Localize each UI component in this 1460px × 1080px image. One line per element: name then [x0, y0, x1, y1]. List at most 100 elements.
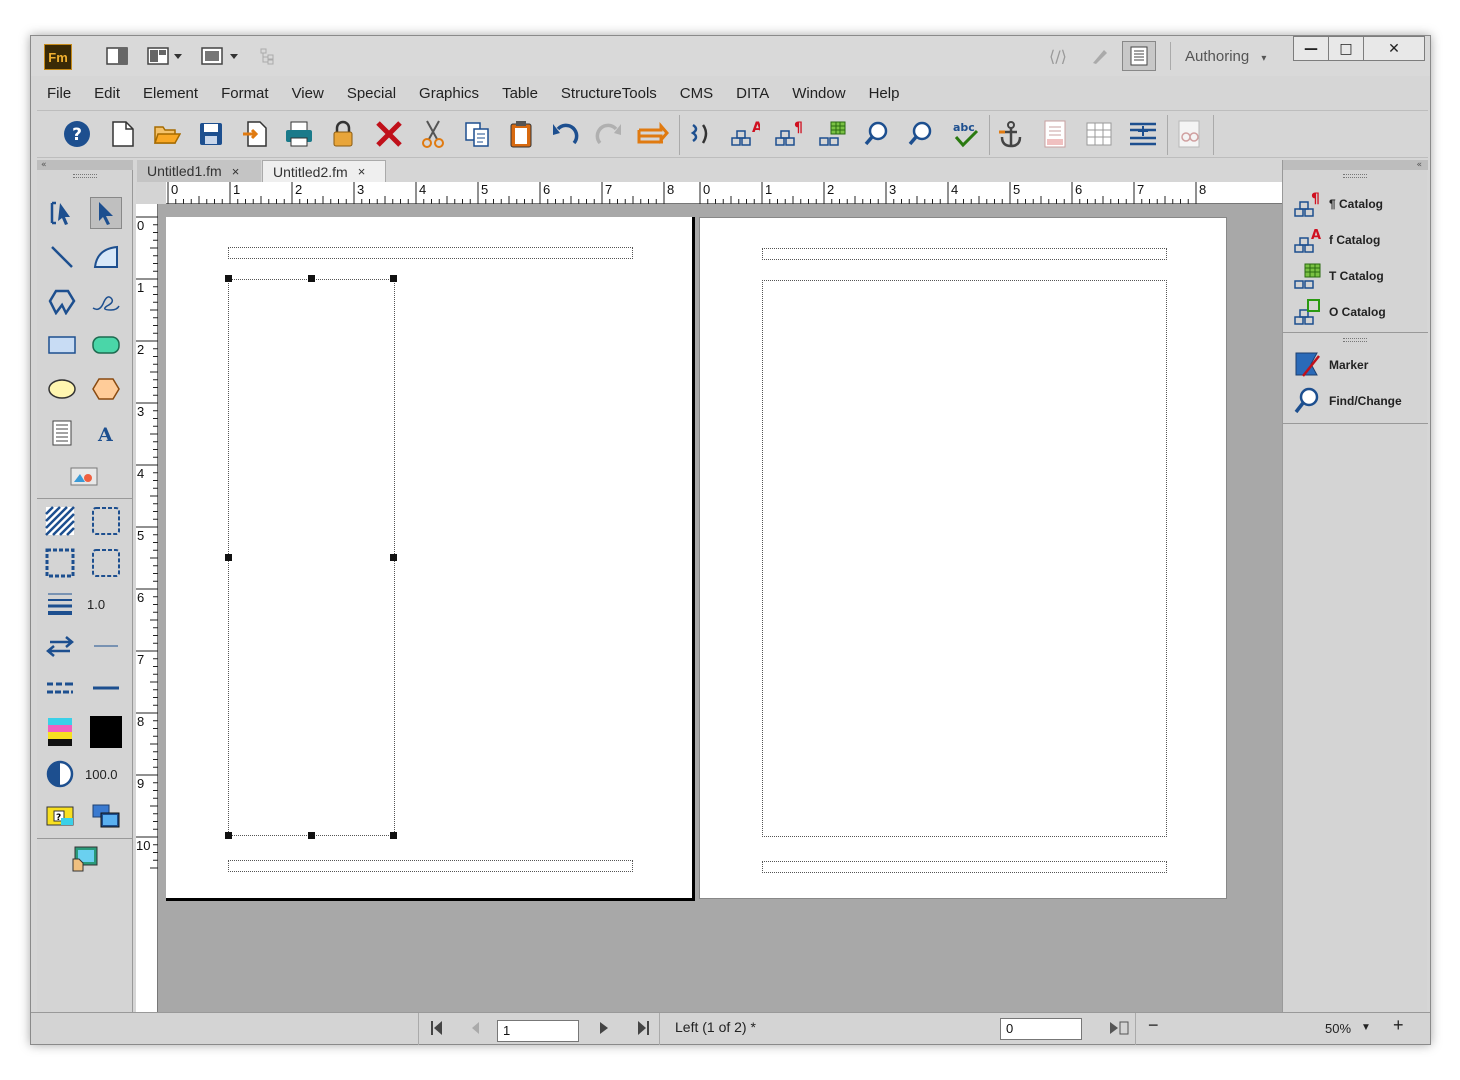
selection-handle[interactable]: [225, 832, 232, 839]
menu-graphics[interactable]: Graphics: [419, 85, 479, 102]
save-icon[interactable]: [195, 118, 227, 150]
text-frame-tool-icon[interactable]: [46, 417, 78, 449]
line-end-style-icon[interactable]: [90, 630, 122, 662]
color-icon[interactable]: [44, 716, 76, 748]
document-area[interactable]: 0 1 2 3 4 5 6 7 8 0 1 2 3 4 5 6 7 8 0 1 …: [136, 182, 1282, 1012]
minimize-button[interactable]: —: [1293, 36, 1329, 61]
page-left[interactable]: [166, 217, 695, 901]
help-icon[interactable]: ?: [61, 118, 93, 150]
fill-none-icon[interactable]: [44, 547, 76, 579]
body-text-frame[interactable]: [762, 280, 1167, 837]
object-select-icon[interactable]: [90, 197, 122, 229]
tab-close-icon[interactable]: ×: [358, 164, 366, 179]
line-width-icon[interactable]: [44, 588, 76, 620]
fill-pattern-icon[interactable]: [44, 505, 76, 537]
next-page-icon[interactable]: [598, 1019, 610, 1040]
selection-handle[interactable]: [390, 554, 397, 561]
selection-handle[interactable]: [225, 275, 232, 282]
selection-handle[interactable]: [390, 832, 397, 839]
selected-text-frame[interactable]: [228, 279, 395, 836]
menu-structuretools[interactable]: StructureTools: [561, 85, 657, 102]
open-folder-icon[interactable]: [151, 118, 183, 150]
menu-edit[interactable]: Edit: [94, 85, 120, 102]
insert-rows-icon[interactable]: [1127, 118, 1159, 150]
arrange-documents-icon[interactable]: [147, 46, 183, 66]
paragraph-catalog-toolbar-icon[interactable]: ¶: [773, 118, 805, 150]
find-next-icon[interactable]: [905, 118, 937, 150]
delete-icon[interactable]: [373, 118, 405, 150]
redo-icon[interactable]: [593, 118, 625, 150]
footer-text-frame[interactable]: [762, 861, 1167, 873]
character-catalog-button[interactable]: A f Catalog: [1293, 224, 1380, 256]
screen-mode-icon[interactable]: [201, 46, 241, 66]
new-document-icon[interactable]: [107, 118, 139, 150]
close-button[interactable]: ✕: [1363, 36, 1425, 61]
panel-collapse-icon[interactable]: «: [1283, 160, 1428, 170]
insert-table-icon[interactable]: [1083, 118, 1115, 150]
panel-collapse-icon[interactable]: «: [37, 160, 133, 170]
zoom-dropdown-icon[interactable]: ▼: [1361, 1022, 1371, 1033]
structure-view-icon[interactable]: [259, 46, 277, 66]
toggle-view-icon[interactable]: [1108, 1019, 1130, 1040]
smart-select-icon[interactable]: [46, 197, 78, 229]
tint-icon[interactable]: [44, 758, 76, 790]
menu-format[interactable]: Format: [221, 85, 269, 102]
table-catalog-toolbar-icon[interactable]: [817, 118, 849, 150]
tab-untitled1[interactable]: Untitled1.fm ×: [137, 160, 261, 182]
overprint-icon[interactable]: ?: [44, 800, 76, 832]
hotspot-icon[interactable]: [68, 844, 100, 876]
paste-icon[interactable]: [505, 118, 537, 150]
footer-text-frame[interactable]: [228, 860, 633, 872]
zoom-in-button[interactable]: +: [1393, 1015, 1404, 1036]
panel-layout-icon[interactable]: [106, 46, 128, 66]
menu-help[interactable]: Help: [869, 85, 900, 102]
header-text-frame[interactable]: [762, 248, 1167, 260]
workspace-switcher[interactable]: Authoring ▾: [1185, 48, 1266, 65]
find-icon[interactable]: [861, 118, 893, 150]
selection-handle[interactable]: [308, 832, 315, 839]
anchored-frame-icon[interactable]: [995, 118, 1027, 150]
graphic-frame-tool-icon[interactable]: [68, 460, 100, 492]
menu-special[interactable]: Special: [347, 85, 396, 102]
find-change-button[interactable]: Find/Change: [1293, 385, 1402, 417]
conditional-text-icon[interactable]: [1173, 118, 1205, 150]
last-page-icon[interactable]: [636, 1019, 650, 1040]
menu-file[interactable]: File: [47, 85, 71, 102]
zoom-level[interactable]: 50%: [1325, 1021, 1351, 1036]
object-catalog-button[interactable]: O Catalog: [1293, 296, 1386, 328]
color-swatch-black[interactable]: [90, 716, 122, 748]
dash-pattern-icon[interactable]: [44, 672, 76, 704]
menu-element[interactable]: Element: [143, 85, 198, 102]
selection-handle[interactable]: [390, 275, 397, 282]
header-text-frame[interactable]: [228, 247, 633, 259]
previous-page-icon[interactable]: [469, 1019, 481, 1040]
wysiwyg-view-icon[interactable]: [1122, 41, 1156, 71]
menu-window[interactable]: Window: [792, 85, 845, 102]
menu-dita[interactable]: DITA: [736, 85, 769, 102]
value-input[interactable]: 0: [1000, 1018, 1082, 1040]
cut-icon[interactable]: [417, 118, 449, 150]
table-catalog-button[interactable]: T Catalog: [1293, 260, 1384, 292]
author-view-icon[interactable]: [1090, 46, 1110, 66]
repeat-icon[interactable]: [637, 118, 669, 150]
maximize-button[interactable]: □: [1328, 36, 1364, 61]
first-page-icon[interactable]: [430, 1019, 444, 1040]
menu-cms[interactable]: CMS: [680, 85, 713, 102]
xml-view-icon[interactable]: ⟨/⟩: [1049, 46, 1067, 66]
undo-icon[interactable]: [549, 118, 581, 150]
menu-table[interactable]: Table: [502, 85, 538, 102]
solid-line-icon[interactable]: [90, 672, 122, 704]
arc-tool-icon[interactable]: [90, 241, 122, 273]
copy-icon[interactable]: [461, 118, 493, 150]
character-catalog-toolbar-icon[interactable]: A: [729, 118, 761, 150]
knockout-icon[interactable]: [90, 800, 122, 832]
rounded-rectangle-tool-icon[interactable]: [90, 329, 122, 361]
polygon-tool-icon[interactable]: [90, 373, 122, 405]
print-icon[interactable]: [283, 118, 315, 150]
text-line-tool-icon[interactable]: A: [90, 417, 122, 449]
marker-button[interactable]: Marker: [1293, 349, 1368, 381]
lock-icon[interactable]: [327, 118, 359, 150]
insert-footnote-icon[interactable]: [1039, 118, 1071, 150]
menu-view[interactable]: View: [292, 85, 324, 102]
line-ends-icon[interactable]: [44, 630, 76, 662]
